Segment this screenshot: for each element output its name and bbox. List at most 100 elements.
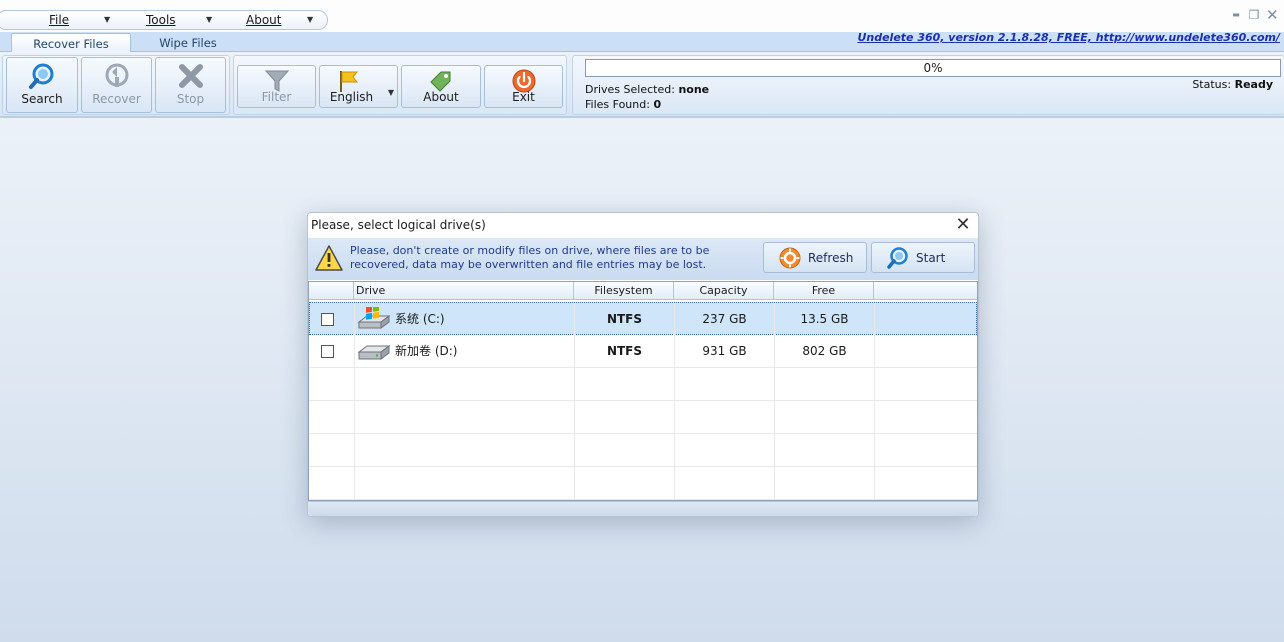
files-found-value: 0 (653, 98, 662, 111)
drive-filesystem: NTFS (575, 303, 675, 336)
language-label: English (329, 90, 374, 104)
empty-cell (355, 368, 575, 401)
filter-button-label: Filter (261, 90, 292, 104)
refresh-icon (779, 247, 801, 269)
empty-cell (309, 368, 355, 401)
empty-cell (775, 401, 875, 434)
empty-cell (775, 434, 875, 467)
recover-button-label: Recover (92, 92, 141, 106)
empty-row (309, 467, 977, 500)
drive-d-checkbox[interactable] (321, 345, 334, 358)
status-info: Status: Ready (1192, 78, 1273, 91)
stop-icon (178, 64, 203, 88)
drive-name: 新加卷 (D:) (395, 344, 458, 358)
drive-row-c[interactable]: 系统 (C:) NTFS 237 GB 13.5 GB (309, 302, 977, 336)
search-button-label: Search (21, 92, 63, 106)
start-button-label: Start (916, 251, 946, 265)
empty-cell (675, 368, 775, 401)
empty-cell (575, 467, 675, 500)
files-found-label: Files Found: (585, 98, 650, 111)
drive-c-checkbox[interactable] (321, 313, 334, 326)
exit-button[interactable]: Exit (484, 65, 563, 108)
drives-selected-info: Drives Selected: none (585, 83, 709, 96)
progress-bar: 0% (585, 59, 1281, 77)
progress-label: 0% (923, 61, 943, 75)
empty-cell (309, 434, 355, 467)
dialog-footer-bar (308, 501, 978, 516)
drive-row-d[interactable]: 新加卷 (D:) NTFS 931 GB 802 GB (309, 335, 977, 368)
menu-file-label: File (49, 13, 70, 27)
drive-capacity: 931 GB (675, 335, 775, 368)
window-controls: ▬ ❐ ✕ (1230, 8, 1278, 24)
drive-filesystem: NTFS (575, 335, 675, 368)
select-drive-dialog: Please, select logical drive(s) ✕ Please… (307, 212, 979, 517)
close-button[interactable]: ✕ (1266, 8, 1279, 23)
row-checkbox-cell (309, 335, 355, 368)
header-checkbox-column (309, 282, 354, 300)
dialog-warning-band: Please, don't create or modify files on … (308, 238, 978, 280)
drive-empty-cell (875, 335, 977, 368)
warning-icon (315, 245, 343, 271)
chevron-down-icon: ▼ (104, 15, 111, 24)
warning-line-1: Please, don't create or modify files on … (350, 244, 710, 257)
refresh-button[interactable]: Refresh (763, 242, 867, 273)
empty-cell (775, 467, 875, 500)
empty-cell (355, 434, 575, 467)
empty-row (309, 368, 977, 401)
drive-capacity: 237 GB (675, 303, 775, 336)
exit-button-label: Exit (512, 90, 535, 104)
drive-name-cell: 系统 (C:) (355, 303, 575, 336)
empty-cell (575, 401, 675, 434)
header-filesystem[interactable]: Filesystem (574, 282, 674, 300)
dialog-title: Please, select logical drive(s) (311, 218, 486, 232)
header-drive[interactable]: Drive (354, 282, 574, 300)
drive-empty-cell (875, 303, 977, 336)
row-checkbox-cell (310, 303, 355, 336)
chevron-down-icon: ▼ (206, 15, 213, 24)
files-found-info: Files Found: 0 (585, 98, 661, 111)
menu-tools[interactable]: Tools ▼ (146, 12, 214, 28)
windows-drive-icon (357, 307, 391, 329)
drive-name: 系统 (C:) (395, 312, 445, 326)
header-free[interactable]: Free (774, 282, 874, 300)
status-value: Ready (1234, 78, 1273, 91)
status-label: Status: (1192, 78, 1232, 91)
about-button[interactable]: About (401, 65, 481, 108)
stop-button-label: Stop (176, 92, 205, 106)
empty-cell (675, 467, 775, 500)
filter-button[interactable]: Filter (237, 65, 316, 108)
warning-line-2: recovered, data may be overwritten and f… (350, 258, 707, 271)
empty-cell (675, 434, 775, 467)
header-empty (874, 282, 977, 300)
menu-about[interactable]: About ▼ (246, 12, 318, 28)
tab-recover-files[interactable]: Recover Files (11, 33, 131, 53)
minimize-button[interactable]: ▬ (1230, 8, 1242, 22)
about-button-label: About (423, 90, 459, 104)
search-button[interactable]: Search (6, 57, 78, 113)
menu-file[interactable]: File ▼ (49, 12, 113, 28)
maximize-button[interactable]: ❐ (1248, 8, 1260, 22)
header-capacity[interactable]: Capacity (674, 282, 774, 300)
recover-button[interactable]: Recover (81, 57, 152, 113)
tab-wipe-files[interactable]: Wipe Files (140, 33, 236, 53)
recover-icon (105, 63, 128, 87)
empty-cell (309, 467, 355, 500)
empty-cell (775, 368, 875, 401)
dialog-close-button[interactable]: ✕ (954, 215, 972, 235)
empty-cell (575, 434, 675, 467)
drives-selected-label: Drives Selected: (585, 83, 675, 96)
menu-tools-label: Tools (146, 13, 176, 27)
chevron-down-icon: ▼ (307, 15, 314, 24)
close-icon: ✕ (955, 214, 971, 235)
empty-cell (355, 401, 575, 434)
version-link[interactable]: Undelete 360, version 2.1.8.28, FREE, ht… (857, 31, 1280, 44)
stop-button[interactable]: Stop (155, 57, 226, 113)
search-icon (29, 63, 54, 89)
drive-free: 802 GB (775, 335, 875, 368)
drive-free: 13.5 GB (775, 303, 875, 336)
language-dropdown[interactable]: English ▼ (319, 65, 398, 108)
empty-row (309, 401, 977, 434)
start-button[interactable]: Start (871, 242, 975, 273)
drive-table-header: Drive Filesystem Capacity Free (309, 282, 977, 300)
drive-name-cell: 新加卷 (D:) (355, 335, 575, 368)
